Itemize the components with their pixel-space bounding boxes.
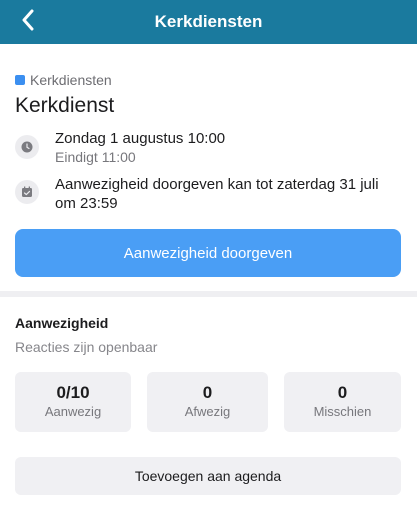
stat-present-label: Aanwezig	[44, 404, 102, 419]
attendance-subtitle: Reacties zijn openbaar	[15, 339, 158, 355]
event-title: Kerkdienst	[15, 94, 115, 117]
event-date: Zondag 1 augustus 10:00	[55, 130, 226, 147]
stat-present-value: 0/10	[56, 383, 90, 402]
deadline-text: Aanwezigheid doorgeven kan tot zaterdag …	[55, 176, 379, 212]
clock-icon	[15, 135, 39, 159]
add-to-calendar-button[interactable]: Toevoegen aan agenda	[15, 457, 401, 495]
stat-absent: 0 Afwezig	[147, 372, 268, 432]
attendance-title: Aanwezigheid	[15, 315, 109, 331]
stat-maybe-label: Misschien	[313, 404, 372, 419]
category-color-swatch	[15, 75, 25, 85]
stat-absent-value: 0	[202, 383, 213, 402]
stat-absent-label: Afwezig	[184, 404, 231, 419]
deadline-row: Aanwezigheid doorgeven kan tot zaterdag …	[15, 175, 405, 213]
event-category: Kerkdiensten	[15, 72, 112, 88]
calendar-check-icon	[15, 180, 39, 204]
stat-present: 0/10 Aanwezig	[15, 372, 131, 432]
stat-maybe-value: 0	[337, 383, 348, 402]
event-date-row: Zondag 1 augustus 10:00 Eindigt 11:00	[15, 129, 225, 166]
stat-maybe: 0 Misschien	[284, 372, 401, 432]
category-label: Kerkdiensten	[30, 72, 112, 88]
nav-title: Kerkdiensten	[154, 12, 263, 31]
event-end-time: Eindigt 11:00	[55, 149, 136, 165]
section-divider	[0, 291, 417, 297]
submit-attendance-button[interactable]: Aanwezigheid doorgeven	[15, 229, 401, 277]
nav-bar: Kerkdiensten	[0, 0, 417, 44]
